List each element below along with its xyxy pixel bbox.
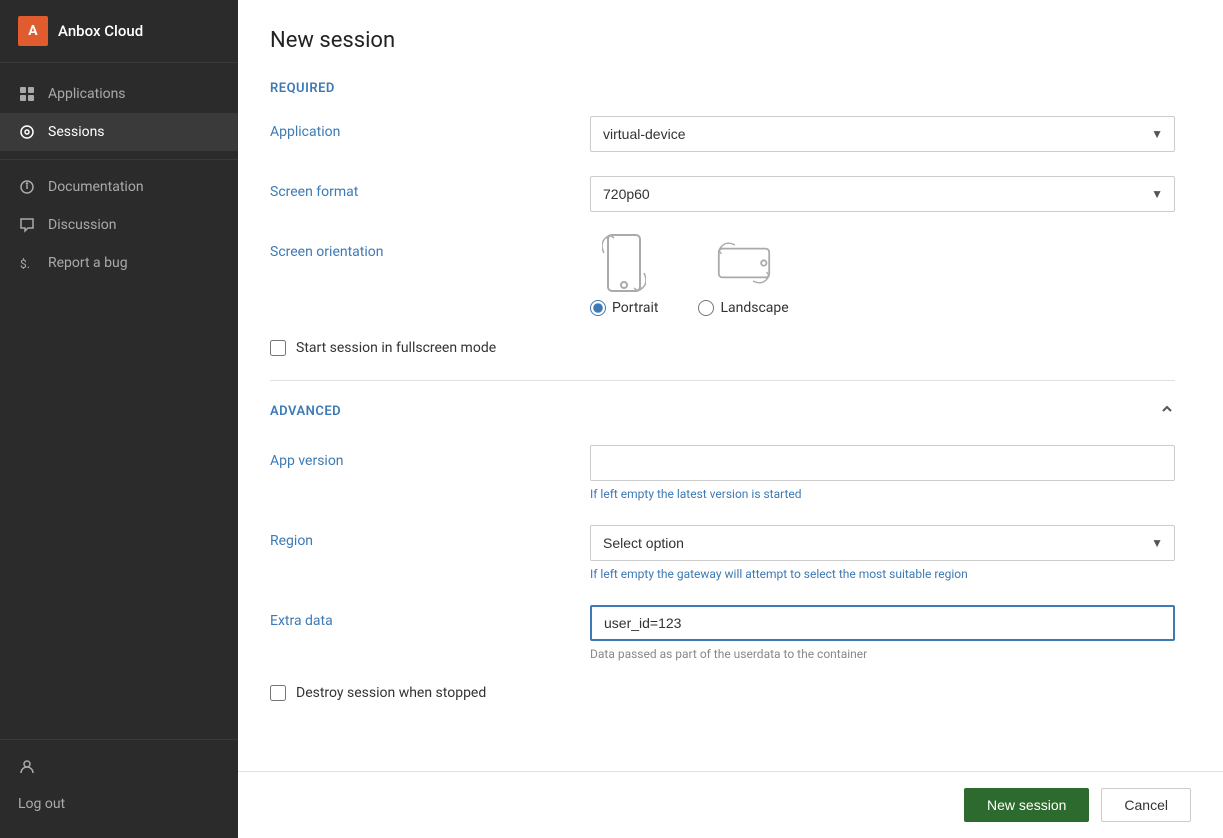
landscape-label: Landscape [720, 300, 788, 316]
page-title: New session [270, 28, 1175, 53]
destroy-session-row: Destroy session when stopped [270, 685, 1175, 701]
region-control: Select option ▼ If left empty the gatewa… [590, 525, 1175, 581]
advanced-toggle-button[interactable] [1159, 401, 1175, 421]
sidebar-logo: A Anbox Cloud [0, 0, 238, 63]
region-row: Region Select option ▼ If left empty the… [270, 525, 1175, 581]
destroy-session-checkbox[interactable] [270, 685, 286, 701]
discussion-icon [18, 216, 36, 234]
sidebar-item-sessions[interactable]: Sessions [0, 113, 238, 151]
extra-data-input[interactable] [590, 605, 1175, 641]
logo-icon: A [18, 16, 48, 46]
extra-data-hint: Data passed as part of the userdata to t… [590, 647, 1175, 661]
landscape-option[interactable]: Landscape [698, 236, 788, 316]
sidebar-bottom: Log out [0, 719, 238, 838]
application-control: virtual-device ▼ [590, 116, 1175, 152]
landscape-icon [717, 236, 771, 290]
sidebar: A Anbox Cloud Applications Sessions Docu… [0, 0, 238, 838]
account-icon [18, 758, 36, 776]
landscape-radio-row[interactable]: Landscape [698, 300, 788, 316]
landscape-radio[interactable] [698, 300, 714, 316]
section-divider [270, 380, 1175, 381]
application-row: Application virtual-device ▼ [270, 116, 1175, 152]
screen-orientation-label: Screen orientation [270, 236, 590, 260]
fullscreen-checkbox[interactable] [270, 340, 286, 356]
extra-data-label: Extra data [270, 605, 590, 629]
sidebar-item-discussion-label: Discussion [48, 217, 116, 233]
sidebar-item-documentation-label: Documentation [48, 179, 144, 195]
sidebar-item-discussion[interactable]: Discussion [0, 206, 238, 244]
sidebar-item-report-bug[interactable]: $. Report a bug [0, 244, 238, 282]
app-version-input[interactable] [590, 445, 1175, 481]
documentation-icon [18, 178, 36, 196]
portrait-radio[interactable] [590, 300, 606, 316]
extra-data-row: Extra data Data passed as part of the us… [270, 605, 1175, 661]
app-version-label: App version [270, 445, 590, 469]
bug-icon: $. [18, 254, 36, 272]
screen-format-select-wrapper: 720p60 1080p60 480p30 ▼ [590, 176, 1175, 212]
portrait-label: Portrait [612, 300, 658, 316]
region-select-wrapper: Select option ▼ [590, 525, 1175, 561]
fullscreen-row: Start session in fullscreen mode [270, 340, 1175, 356]
destroy-session-label: Destroy session when stopped [296, 685, 486, 701]
advanced-section-heading: Advanced [270, 404, 341, 419]
cancel-button[interactable]: Cancel [1101, 788, 1191, 822]
content-area: New session Required Application virtual… [238, 0, 1223, 838]
region-hint: If left empty the gateway will attempt t… [590, 567, 1175, 581]
application-select[interactable]: virtual-device [590, 116, 1175, 152]
svg-text:$.: $. [20, 257, 30, 271]
sidebar-nav: Applications Sessions Documentation Disc… [0, 63, 238, 719]
main-content: New session Required Application virtual… [238, 0, 1223, 838]
sidebar-item-documentation[interactable]: Documentation [0, 168, 238, 206]
new-session-button[interactable]: New session [964, 788, 1089, 822]
region-label: Region [270, 525, 590, 549]
sessions-icon [18, 123, 36, 141]
application-label: Application [270, 116, 590, 140]
required-section-heading: Required [270, 81, 1175, 96]
grid-icon [18, 85, 36, 103]
screen-format-label: Screen format [270, 176, 590, 200]
app-version-hint: If left empty the latest version is star… [590, 487, 1175, 501]
orientation-options: Portrait [590, 236, 1175, 316]
portrait-radio-row[interactable]: Portrait [590, 300, 658, 316]
application-select-wrapper: virtual-device ▼ [590, 116, 1175, 152]
app-version-row: App version If left empty the latest ver… [270, 445, 1175, 501]
sidebar-item-sessions-label: Sessions [48, 124, 105, 140]
logo-name: Anbox Cloud [58, 22, 143, 40]
action-bar: New session Cancel [238, 771, 1223, 838]
app-version-control: If left empty the latest version is star… [590, 445, 1175, 501]
screen-orientation-control: Portrait [590, 236, 1175, 316]
screen-format-select[interactable]: 720p60 1080p60 480p30 [590, 176, 1175, 212]
region-select[interactable]: Select option [590, 525, 1175, 561]
advanced-header: Advanced [270, 401, 1175, 421]
sidebar-item-report-bug-label: Report a bug [48, 255, 128, 271]
logout-button[interactable]: Log out [0, 786, 238, 822]
extra-data-control: Data passed as part of the userdata to t… [590, 605, 1175, 661]
sidebar-item-account[interactable] [0, 748, 238, 786]
fullscreen-label: Start session in fullscreen mode [296, 340, 496, 356]
logout-label: Log out [18, 796, 65, 812]
portrait-icon [597, 236, 651, 290]
screen-format-control: 720p60 1080p60 480p30 ▼ [590, 176, 1175, 212]
screen-format-row: Screen format 720p60 1080p60 480p30 ▼ [270, 176, 1175, 212]
portrait-option[interactable]: Portrait [590, 236, 658, 316]
screen-orientation-row: Screen orientation [270, 236, 1175, 316]
sidebar-item-applications-label: Applications [48, 86, 126, 102]
sidebar-item-applications[interactable]: Applications [0, 75, 238, 113]
